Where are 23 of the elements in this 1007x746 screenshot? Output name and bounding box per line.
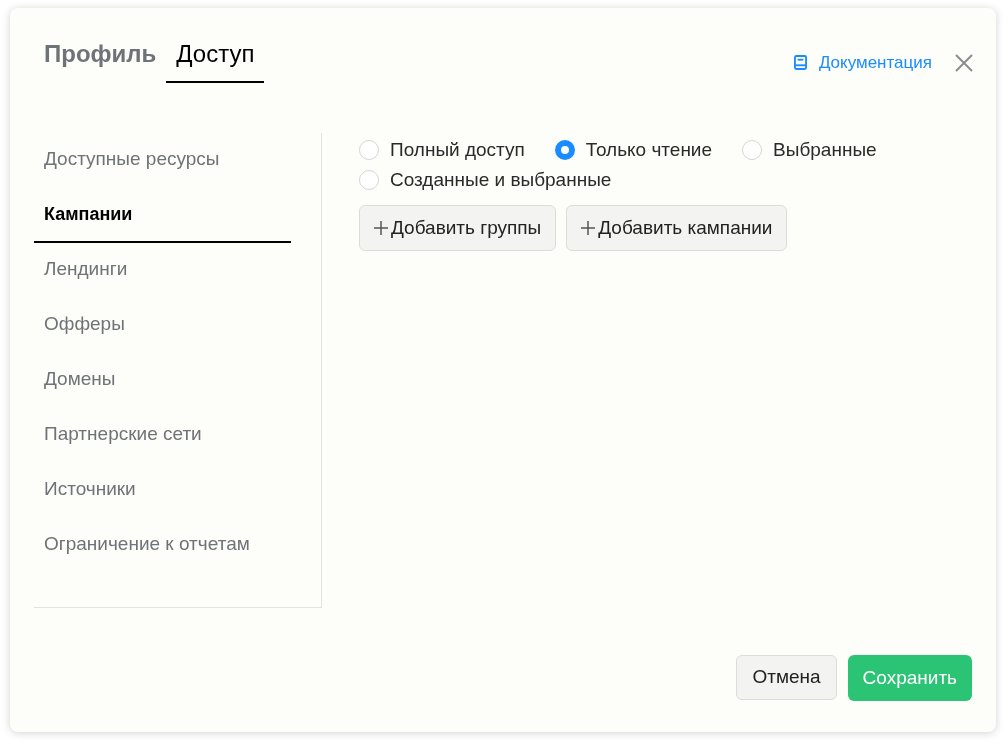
documentation-link[interactable]: Документация [793,50,932,76]
sidebar-item[interactable]: Офферы [34,298,291,353]
sidebar-item[interactable]: Домены [34,353,291,408]
cancel-button[interactable]: Отмена [736,655,837,700]
radio-option[interactable]: Выбранные [742,135,877,165]
sidebar-item[interactable]: Ограничение к отчетам [34,518,291,573]
radio-button[interactable] [554,140,575,160]
close-icon[interactable] [954,52,974,73]
sidebar-item[interactable]: Доступные ресурсы [34,133,291,188]
plus-icon [581,221,596,235]
sidebar-item[interactable]: Источники [34,463,291,518]
sidebar-item[interactable]: Лендинги [34,243,291,298]
add-button[interactable]: Добавить кампании [566,205,788,251]
plus-icon [374,221,388,235]
tab[interactable]: Доступ [166,26,265,83]
add-button[interactable]: Добавить группы [359,205,557,251]
sidebar-item[interactable]: Партнерские сети [34,408,291,463]
radio-option[interactable]: Только чтение [554,135,713,165]
tab[interactable]: Профиль [44,26,167,83]
book-icon [793,55,807,71]
sidebar-item[interactable]: Кампании [34,188,291,243]
radio-option[interactable]: Созданные и выбранные [359,165,612,195]
radio-option[interactable]: Полный доступ [359,135,525,165]
